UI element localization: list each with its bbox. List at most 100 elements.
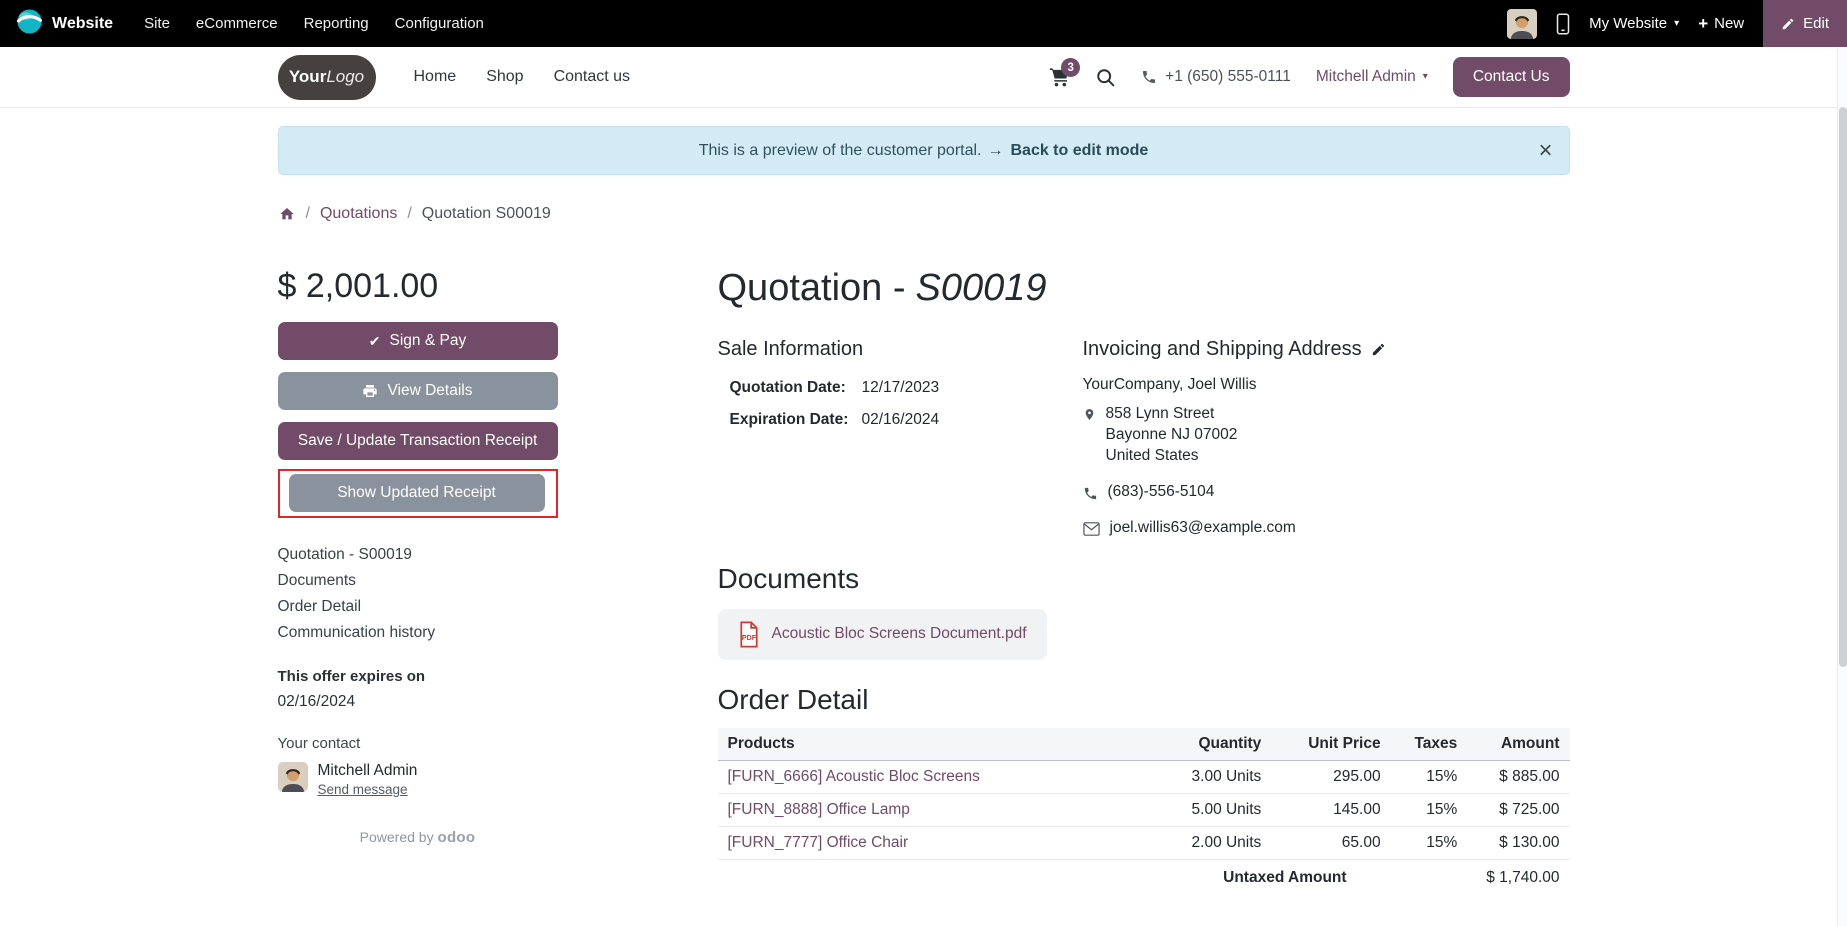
- mobile-icon[interactable]: [1556, 13, 1570, 35]
- sidebar-link-communication-history[interactable]: Communication history: [278, 620, 558, 646]
- user-avatar[interactable]: [1507, 8, 1538, 39]
- cart-button[interactable]: 3: [1048, 58, 1081, 88]
- address-street-block: 858 Lynn Street Bayonne NJ 07002 United …: [1083, 404, 1570, 467]
- backend-menu: Site eCommerce Reporting Configuration: [131, 0, 497, 47]
- site-header-right: 3 +1 (650) 555-0111 Mitchell Admin ▾ Con…: [1048, 57, 1570, 97]
- check-icon: ✔: [368, 333, 381, 349]
- my-website-dropdown[interactable]: My Website ▾: [1589, 15, 1679, 32]
- backend-navbar-right: My Website ▾ + New Edit: [1507, 0, 1847, 47]
- expiration-date-value: 02/16/2024: [861, 411, 940, 428]
- sign-pay-button[interactable]: ✔ Sign & Pay: [277, 322, 558, 360]
- table-row: [FURN_6666] Acoustic Bloc Screens 3.00 U…: [717, 760, 1570, 794]
- sale-information-block: Sale Information Quotation Date: 12/17/2…: [718, 338, 1083, 539]
- documents-heading: Documents: [717, 562, 860, 594]
- pdf-file-icon: PDF: [738, 621, 760, 648]
- portal-sidebar: $ 2,001.00 ✔ Sign & Pay View Details Sav…: [277, 267, 558, 896]
- sidebar-link-documents[interactable]: Documents: [278, 568, 558, 594]
- svg-text:PDF: PDF: [741, 634, 756, 642]
- app-name: Website: [52, 14, 114, 32]
- contact-us-button[interactable]: Contact Us: [1452, 57, 1570, 97]
- menu-ecommerce[interactable]: eCommerce: [183, 0, 291, 47]
- search-icon: [1095, 67, 1116, 88]
- odoo-logo[interactable]: odoo: [437, 829, 475, 846]
- contact-card: Mitchell Admin Send message: [277, 762, 558, 799]
- site-header: Your Logo Home Shop Contact us 3 +1 (650…: [0, 47, 1847, 108]
- col-quantity: Quantity: [1143, 727, 1272, 761]
- home-icon[interactable]: [278, 206, 296, 222]
- phone-icon: [1141, 69, 1157, 85]
- document-card[interactable]: PDF Acoustic Bloc Screens Document.pdf: [717, 608, 1047, 660]
- sidebar-link-order-detail[interactable]: Order Detail: [278, 594, 558, 620]
- document-file-link[interactable]: Acoustic Bloc Screens Document.pdf: [772, 625, 1027, 643]
- vertical-scrollbar[interactable]: [1837, 47, 1847, 926]
- quotation-date-label: Quotation Date:: [729, 379, 846, 396]
- map-pin-icon: [1083, 406, 1096, 467]
- your-contact-label: Your contact: [277, 735, 361, 752]
- arrow-right-icon: →: [987, 141, 1004, 159]
- send-message-link[interactable]: Send message: [318, 782, 408, 797]
- annotation-highlight-box: Show Updated Receipt: [277, 469, 558, 518]
- contact-name: Mitchell Admin: [317, 762, 418, 779]
- table-row: [FURN_8888] Office Lamp 5.00 Units 145.0…: [717, 793, 1570, 827]
- contact-avatar: [277, 762, 308, 792]
- search-button[interactable]: [1095, 67, 1116, 88]
- website-app-icon: [16, 8, 43, 39]
- nav-home[interactable]: Home: [414, 68, 457, 86]
- pencil-icon: [1781, 17, 1795, 31]
- save-update-receipt-button[interactable]: Save / Update Transaction Receipt: [277, 422, 558, 460]
- chevron-down-icon: ▾: [1422, 71, 1428, 82]
- order-detail-table: Products Quantity Unit Price Taxes Amoun…: [717, 727, 1570, 896]
- nav-contact-us[interactable]: Contact us: [554, 68, 630, 86]
- header-phone-link[interactable]: +1 (650) 555-0111: [1141, 68, 1291, 86]
- invoicing-shipping-block: Invoicing and Shipping Address YourCompa…: [1083, 338, 1570, 539]
- product-link[interactable]: [FURN_6666] Acoustic Bloc Screens: [728, 768, 980, 785]
- back-to-edit-link[interactable]: → Back to edit mode: [987, 142, 1148, 160]
- pencil-icon[interactable]: [1371, 342, 1386, 357]
- cart-badge: 3: [1061, 58, 1081, 77]
- col-products: Products: [717, 727, 1144, 761]
- quotation-date-value: 12/17/2023: [861, 379, 940, 396]
- printer-icon: [362, 383, 378, 399]
- quotation-number: S00019: [915, 267, 1047, 309]
- untaxed-amount-value: $ 1,740.00: [1486, 868, 1560, 886]
- backend-navbar: Website Site eCommerce Reporting Configu…: [0, 0, 1847, 47]
- chevron-down-icon: ▾: [1674, 17, 1680, 29]
- col-taxes: Taxes: [1390, 727, 1468, 761]
- close-icon[interactable]: ×: [1538, 138, 1552, 163]
- edit-button[interactable]: Edit: [1763, 0, 1847, 47]
- scrollbar-thumb[interactable]: [1839, 107, 1847, 667]
- new-button[interactable]: + New: [1698, 15, 1744, 32]
- col-amount: Amount: [1467, 727, 1570, 761]
- website-app-brand[interactable]: Website: [16, 8, 113, 39]
- address-phone: (683)-556-5104: [1083, 482, 1570, 503]
- powered-by: Powered by odoo: [359, 829, 476, 846]
- view-details-button[interactable]: View Details: [277, 372, 558, 410]
- site-logo[interactable]: Your Logo: [277, 54, 376, 100]
- breadcrumb-quotations[interactable]: Quotations: [320, 205, 397, 223]
- menu-reporting[interactable]: Reporting: [291, 0, 382, 47]
- show-updated-receipt-button[interactable]: Show Updated Receipt: [288, 474, 545, 512]
- page-title: Quotation - S00019: [717, 267, 1047, 309]
- user-dropdown[interactable]: Mitchell Admin ▾: [1316, 68, 1428, 86]
- sidebar-anchor-links: Quotation - S00019 Documents Order Detai…: [278, 542, 558, 646]
- preview-banner: This is a preview of the customer portal…: [277, 126, 1570, 175]
- order-detail-heading: Order Detail: [717, 683, 869, 715]
- offer-expires-date: 02/16/2024: [277, 693, 356, 710]
- product-link[interactable]: [FURN_7777] Office Chair: [728, 834, 909, 851]
- address-email: joel.willis63@example.com: [1082, 518, 1570, 539]
- address-heading: Invoicing and Shipping Address: [1082, 338, 1362, 360]
- col-unit-price: Unit Price: [1271, 727, 1391, 761]
- breadcrumb-current: Quotation S00019: [421, 205, 551, 222]
- untaxed-amount-label: Untaxed Amount: [1223, 868, 1347, 886]
- quotation-content: Quotation - S00019 Sale Information Quota…: [717, 267, 1570, 896]
- menu-configuration[interactable]: Configuration: [382, 0, 497, 47]
- sidebar-link-quotation[interactable]: Quotation - S00019: [278, 542, 558, 568]
- menu-site[interactable]: Site: [131, 0, 183, 47]
- expiration-date-label: Expiration Date:: [729, 411, 849, 428]
- address-name: YourCompany, Joel Willis: [1082, 376, 1257, 393]
- plus-icon: +: [1698, 14, 1709, 33]
- sale-information-heading: Sale Information: [717, 338, 864, 360]
- quotation-amount: $ 2,001.00: [277, 267, 439, 305]
- nav-shop[interactable]: Shop: [486, 68, 523, 86]
- product-link[interactable]: [FURN_8888] Office Lamp: [728, 801, 910, 818]
